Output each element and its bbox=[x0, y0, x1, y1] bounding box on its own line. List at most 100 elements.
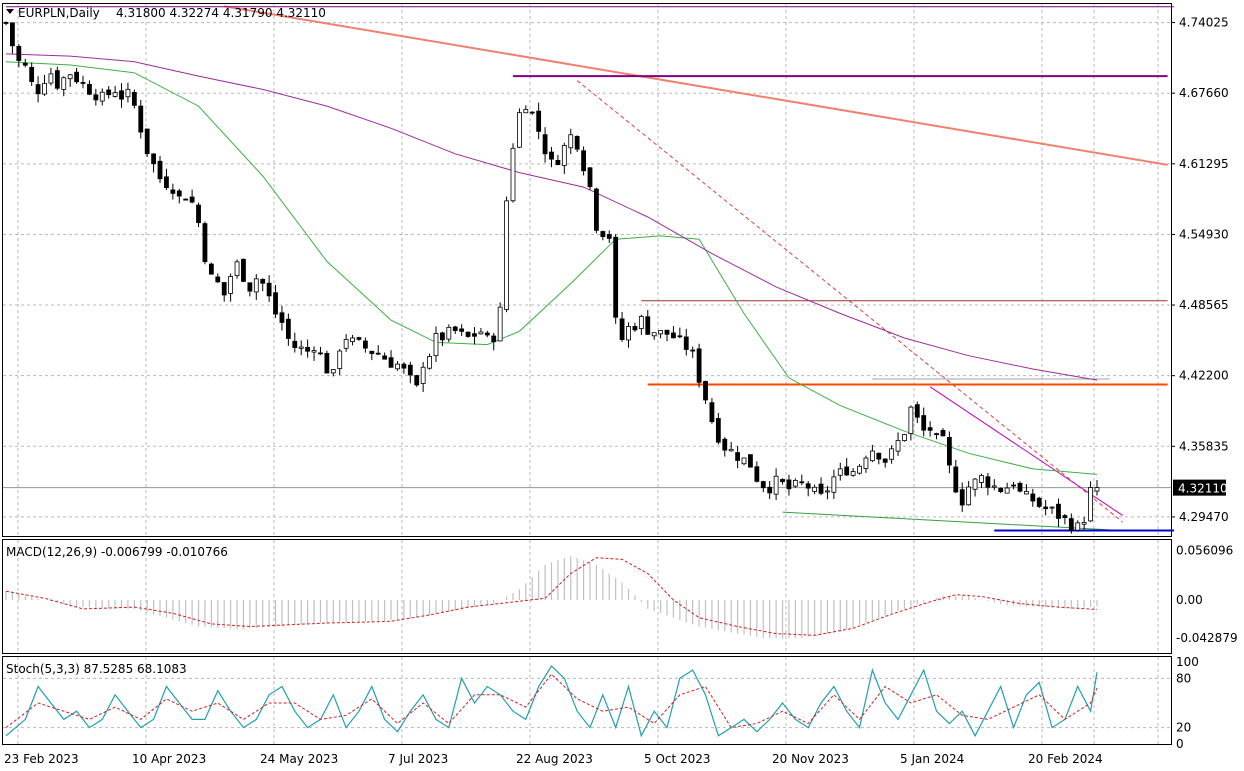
candle-body bbox=[170, 189, 176, 194]
candle-body bbox=[1017, 482, 1023, 492]
candle bbox=[574, 135, 580, 153]
candle-body bbox=[722, 438, 728, 451]
candle-body bbox=[805, 483, 811, 489]
candle-body bbox=[940, 430, 946, 437]
candle-body bbox=[799, 481, 805, 484]
candle-body bbox=[401, 363, 407, 369]
candle bbox=[594, 187, 599, 234]
candle-body bbox=[741, 457, 747, 465]
candle-body bbox=[176, 190, 182, 197]
candle bbox=[517, 108, 522, 149]
candle-body bbox=[792, 479, 798, 487]
candle-body bbox=[324, 353, 330, 374]
candle bbox=[446, 324, 452, 343]
candle-body bbox=[157, 160, 163, 180]
y-tick-label: 4.61295 bbox=[1179, 157, 1229, 171]
candle-body bbox=[959, 489, 965, 506]
y-tick-label: 4.42200 bbox=[1179, 369, 1229, 383]
candle bbox=[748, 454, 753, 468]
candle-body bbox=[882, 458, 888, 463]
candle-body bbox=[241, 258, 246, 282]
candle-body bbox=[549, 151, 554, 160]
candle bbox=[144, 128, 150, 157]
macd-title-label: MACD(12,26,9) -0.006799 -0.010766 bbox=[6, 545, 228, 559]
main-pane[interactable] bbox=[2, 3, 1172, 537]
candle-body bbox=[10, 22, 15, 47]
candle-body bbox=[3, 22, 9, 24]
candle-body bbox=[831, 476, 837, 493]
candle-body bbox=[914, 404, 920, 418]
candle-body bbox=[138, 105, 144, 133]
candle-body bbox=[29, 67, 35, 82]
candle-body bbox=[292, 340, 298, 349]
candle-body bbox=[491, 335, 497, 343]
macd-y-tick-label: 0.056096 bbox=[1176, 544, 1233, 558]
candle-body bbox=[1056, 503, 1061, 519]
candle-body bbox=[106, 89, 112, 96]
candle-body bbox=[1011, 484, 1016, 487]
candle-body bbox=[22, 62, 28, 66]
y-tick-label: 4.67660 bbox=[1179, 86, 1229, 100]
stoch-y-tick-label: 80 bbox=[1176, 671, 1191, 685]
candle-body bbox=[651, 332, 657, 337]
candle-body bbox=[869, 450, 875, 462]
candle-body bbox=[902, 434, 907, 441]
candle-body bbox=[606, 234, 612, 239]
candle-body bbox=[343, 339, 349, 349]
candle-body bbox=[529, 111, 535, 114]
x-tick-label: 10 Apr 2023 bbox=[132, 752, 206, 766]
candle-body bbox=[407, 364, 413, 376]
candle-body bbox=[1043, 506, 1049, 510]
candle-body bbox=[382, 355, 388, 360]
candle-body bbox=[985, 476, 991, 488]
y-tick-label: 4.74025 bbox=[1179, 16, 1229, 30]
trading-chart[interactable]: 23 Feb 2023 10 Apr 2023 24 May 2023 7 Jul 2… bbox=[0, 0, 1244, 771]
candle-body bbox=[658, 330, 663, 335]
candle-body bbox=[696, 348, 702, 383]
candle-body bbox=[99, 91, 105, 102]
candle-body bbox=[472, 333, 477, 337]
candle-body bbox=[465, 331, 471, 337]
candle-body bbox=[1075, 522, 1081, 531]
candle-body bbox=[703, 381, 708, 401]
candle-body bbox=[16, 46, 22, 61]
candle-body bbox=[196, 204, 201, 224]
candle-body bbox=[285, 318, 291, 339]
candle-body bbox=[1081, 522, 1087, 525]
candle-body bbox=[863, 457, 869, 469]
candle-body bbox=[414, 375, 420, 386]
candle-body bbox=[946, 436, 952, 466]
candle-body bbox=[208, 263, 214, 275]
x-tick-label: 5 Jan 2024 bbox=[900, 752, 964, 766]
candle-body bbox=[850, 471, 856, 476]
candle-body bbox=[93, 94, 99, 101]
candle-body bbox=[420, 366, 426, 384]
candle-body bbox=[446, 326, 452, 340]
candle-body bbox=[48, 73, 54, 84]
candle-body bbox=[889, 448, 895, 460]
candle-body bbox=[1068, 518, 1074, 532]
candle-body bbox=[305, 346, 311, 352]
candle-body bbox=[375, 352, 381, 355]
candle-body bbox=[568, 134, 574, 149]
candle-body bbox=[459, 328, 465, 332]
candle-body bbox=[247, 282, 253, 292]
x-tick-label: 23 Feb 2023 bbox=[4, 752, 79, 766]
y-tick-label: 4.54930 bbox=[1179, 227, 1229, 241]
candle-body bbox=[183, 198, 189, 201]
candle-body bbox=[87, 83, 92, 95]
candle bbox=[510, 143, 516, 203]
candle-body bbox=[786, 479, 792, 490]
candle-body bbox=[760, 481, 766, 489]
candle-body bbox=[253, 278, 259, 293]
candle-body bbox=[1088, 487, 1093, 522]
candle-body bbox=[350, 337, 355, 342]
candle-body bbox=[484, 332, 490, 336]
candle bbox=[241, 258, 246, 283]
candle-body bbox=[1049, 506, 1055, 509]
ohlc-values-label: 4.31800 4.32274 4.31790 4.32110 bbox=[116, 6, 326, 20]
candle-body bbox=[748, 454, 753, 468]
candle-body bbox=[998, 488, 1004, 493]
candle-body bbox=[61, 77, 67, 90]
candle-body bbox=[221, 282, 227, 296]
